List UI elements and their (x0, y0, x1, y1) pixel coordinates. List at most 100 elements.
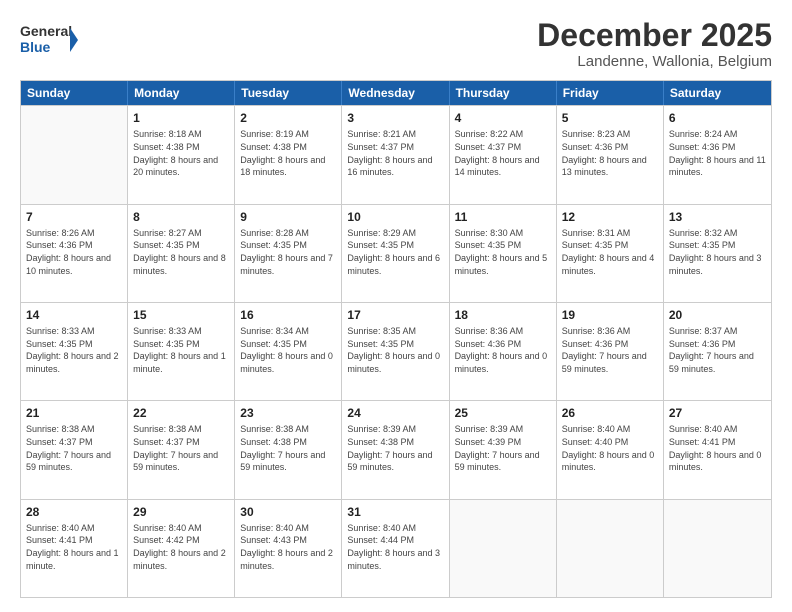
day-number: 15 (133, 307, 229, 323)
day-info: Sunrise: 8:30 AMSunset: 4:35 PMDaylight:… (455, 227, 551, 277)
day-info: Sunrise: 8:38 AMSunset: 4:37 PMDaylight:… (133, 423, 229, 473)
day-number: 22 (133, 405, 229, 421)
day-info: Sunrise: 8:33 AMSunset: 4:35 PMDaylight:… (133, 325, 229, 375)
day-number: 29 (133, 504, 229, 520)
day-number: 1 (133, 110, 229, 126)
day-info: Sunrise: 8:29 AMSunset: 4:35 PMDaylight:… (347, 227, 443, 277)
page: GeneralBlue December 2025 Landenne, Wall… (0, 0, 792, 612)
day-info: Sunrise: 8:40 AMSunset: 4:40 PMDaylight:… (562, 423, 658, 473)
day-info: Sunrise: 8:38 AMSunset: 4:37 PMDaylight:… (26, 423, 122, 473)
cell-w2-d3: 10 Sunrise: 8:29 AMSunset: 4:35 PMDayligh… (342, 205, 449, 302)
day-info: Sunrise: 8:21 AMSunset: 4:37 PMDaylight:… (347, 128, 443, 178)
day-number: 26 (562, 405, 658, 421)
day-info: Sunrise: 8:23 AMSunset: 4:36 PMDaylight:… (562, 128, 658, 178)
cell-w1-d2: 2Sunrise: 8:19 AMSunset: 4:38 PMDaylight… (235, 106, 342, 203)
day-info: Sunrise: 8:38 AMSunset: 4:38 PMDaylight:… (240, 423, 336, 473)
calendar: Sunday Monday Tuesday Wednesday Thursday… (20, 80, 772, 598)
header: GeneralBlue December 2025 Landenne, Wall… (20, 18, 772, 70)
cell-w5-d0: 28Sunrise: 8:40 AMSunset: 4:41 PMDayligh… (21, 500, 128, 597)
day-number: 2 (240, 110, 336, 126)
day-info: Sunrise: 8:27 AMSunset: 4:35 PMDaylight:… (133, 227, 229, 277)
day-info: Sunrise: 8:40 AMSunset: 4:44 PMDaylight:… (347, 522, 443, 572)
cell-w4-d5: 26 Sunrise: 8:40 AMSunset: 4:40 PMDayligh… (557, 401, 664, 498)
week-row-4: 21 Sunrise: 8:38 AMSunset: 4:37 PMDayligh… (21, 400, 771, 498)
cell-w5-d5 (557, 500, 664, 597)
day-number: 18 (455, 307, 551, 323)
day-info: Sunrise: 8:28 AMSunset: 4:35 PMDaylight:… (240, 227, 336, 277)
week-row-1: 1 Sunrise: 8:18 AMSunset: 4:38 PMDaylight… (21, 105, 771, 203)
cell-w4-d0: 21 Sunrise: 8:38 AMSunset: 4:37 PMDayligh… (21, 401, 128, 498)
cell-w2-d4: 11 Sunrise: 8:30 AMSunset: 4:35 PMDayligh… (450, 205, 557, 302)
day-info: Sunrise: 8:18 AMSunset: 4:38 PMDaylight:… (133, 128, 229, 178)
day-info: Sunrise: 8:40 AMSunset: 4:41 PMDaylight:… (669, 423, 766, 473)
cell-w1-d0 (21, 106, 128, 203)
day-info: Sunrise: 8:32 AMSunset: 4:35 PMDaylight:… (669, 227, 766, 277)
header-saturday: Saturday (664, 81, 771, 105)
week-row-3: 14 Sunrise: 8:33 AMSunset: 4:35 PMDayligh… (21, 302, 771, 400)
header-sunday: Sunday (21, 81, 128, 105)
logo: GeneralBlue (20, 18, 80, 60)
cell-w2-d1: 8 Sunrise: 8:27 AMSunset: 4:35 PMDaylight… (128, 205, 235, 302)
cell-w5-d1: 29 Sunrise: 8:40 AMSunset: 4:42 PMDayligh… (128, 500, 235, 597)
day-number: 19 (562, 307, 658, 323)
calendar-body: 1 Sunrise: 8:18 AMSunset: 4:38 PMDaylight… (21, 105, 771, 597)
cell-w2-d2: 9 Sunrise: 8:28 AMSunset: 4:35 PMDaylight… (235, 205, 342, 302)
cell-w1-d6: 6 Sunrise: 8:24 AMSunset: 4:36 PMDaylight… (664, 106, 771, 203)
cell-w2-d0: 7 Sunrise: 8:26 AMSunset: 4:36 PMDaylight… (21, 205, 128, 302)
day-info: Sunrise: 8:26 AMSunset: 4:36 PMDaylight:… (26, 227, 122, 277)
day-number: 12 (562, 209, 658, 225)
day-info: Sunrise: 8:36 AMSunset: 4:36 PMDaylight:… (455, 325, 551, 375)
subtitle: Landenne, Wallonia, Belgium (537, 53, 772, 70)
cell-w1-d3: 3 Sunrise: 8:21 AMSunset: 4:37 PMDaylight… (342, 106, 449, 203)
svg-text:Blue: Blue (20, 39, 51, 55)
cell-w4-d4: 25Sunrise: 8:39 AMSunset: 4:39 PMDayligh… (450, 401, 557, 498)
day-info: Sunrise: 8:40 AMSunset: 4:42 PMDaylight:… (133, 522, 229, 572)
day-info: Sunrise: 8:34 AMSunset: 4:35 PMDaylight:… (240, 325, 336, 375)
cell-w4-d3: 24Sunrise: 8:39 AMSunset: 4:38 PMDayligh… (342, 401, 449, 498)
day-number: 30 (240, 504, 336, 520)
calendar-header: Sunday Monday Tuesday Wednesday Thursday… (21, 81, 771, 105)
cell-w5-d6 (664, 500, 771, 597)
day-info: Sunrise: 8:33 AMSunset: 4:35 PMDaylight:… (26, 325, 122, 375)
day-number: 10 (347, 209, 443, 225)
title-block: December 2025 Landenne, Wallonia, Belgiu… (537, 18, 772, 70)
day-info: Sunrise: 8:24 AMSunset: 4:36 PMDaylight:… (669, 128, 766, 178)
day-number: 7 (26, 209, 122, 225)
day-number: 11 (455, 209, 551, 225)
day-info: Sunrise: 8:22 AMSunset: 4:37 PMDaylight:… (455, 128, 551, 178)
day-number: 6 (669, 110, 766, 126)
day-number: 4 (455, 110, 551, 126)
day-number: 13 (669, 209, 766, 225)
cell-w4-d2: 23 Sunrise: 8:38 AMSunset: 4:38 PMDayligh… (235, 401, 342, 498)
day-number: 21 (26, 405, 122, 421)
cell-w5-d3: 31Sunrise: 8:40 AMSunset: 4:44 PMDayligh… (342, 500, 449, 597)
cell-w3-d5: 19Sunrise: 8:36 AMSunset: 4:36 PMDayligh… (557, 303, 664, 400)
logo-icon: GeneralBlue (20, 18, 80, 60)
day-info: Sunrise: 8:37 AMSunset: 4:36 PMDaylight:… (669, 325, 766, 375)
day-info: Sunrise: 8:31 AMSunset: 4:35 PMDaylight:… (562, 227, 658, 277)
day-number: 20 (669, 307, 766, 323)
month-title: December 2025 (537, 18, 772, 53)
cell-w1-d5: 5Sunrise: 8:23 AMSunset: 4:36 PMDaylight… (557, 106, 664, 203)
cell-w3-d4: 18 Sunrise: 8:36 AMSunset: 4:36 PMDayligh… (450, 303, 557, 400)
cell-w3-d0: 14 Sunrise: 8:33 AMSunset: 4:35 PMDayligh… (21, 303, 128, 400)
svg-text:General: General (20, 23, 72, 39)
day-number: 23 (240, 405, 336, 421)
cell-w3-d1: 15 Sunrise: 8:33 AMSunset: 4:35 PMDayligh… (128, 303, 235, 400)
day-number: 14 (26, 307, 122, 323)
day-number: 3 (347, 110, 443, 126)
header-wednesday: Wednesday (342, 81, 449, 105)
day-number: 8 (133, 209, 229, 225)
day-number: 24 (347, 405, 443, 421)
day-number: 17 (347, 307, 443, 323)
week-row-2: 7 Sunrise: 8:26 AMSunset: 4:36 PMDaylight… (21, 204, 771, 302)
cell-w3-d2: 16Sunrise: 8:34 AMSunset: 4:35 PMDayligh… (235, 303, 342, 400)
cell-w2-d6: 13 Sunrise: 8:32 AMSunset: 4:35 PMDayligh… (664, 205, 771, 302)
cell-w1-d4: 4 Sunrise: 8:22 AMSunset: 4:37 PMDaylight… (450, 106, 557, 203)
cell-w4-d1: 22 Sunrise: 8:38 AMSunset: 4:37 PMDayligh… (128, 401, 235, 498)
day-info: Sunrise: 8:39 AMSunset: 4:39 PMDaylight:… (455, 423, 551, 473)
cell-w3-d3: 17Sunrise: 8:35 AMSunset: 4:35 PMDayligh… (342, 303, 449, 400)
day-number: 9 (240, 209, 336, 225)
cell-w4-d6: 27Sunrise: 8:40 AMSunset: 4:41 PMDayligh… (664, 401, 771, 498)
cell-w5-d4 (450, 500, 557, 597)
